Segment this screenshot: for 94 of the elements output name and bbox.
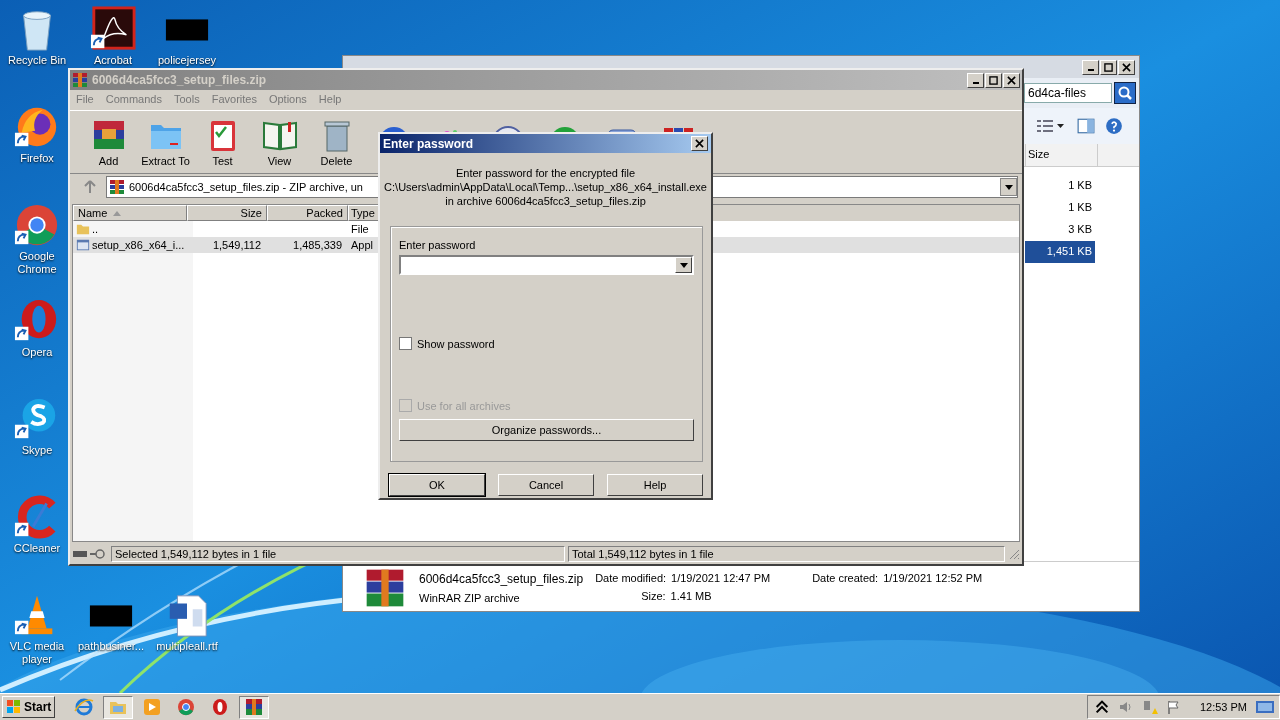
search-icon bbox=[1117, 85, 1133, 101]
desktop-icon-label: policejersey bbox=[157, 54, 217, 67]
chrome-icon[interactable] bbox=[14, 202, 60, 248]
file-size-cell[interactable]: 1 KB bbox=[1025, 175, 1095, 197]
start-button[interactable]: Start bbox=[2, 696, 56, 718]
field-value: 1/19/2021 12:52 PM bbox=[883, 572, 983, 584]
field-label: Size: bbox=[641, 590, 666, 602]
search-button[interactable] bbox=[1114, 82, 1136, 104]
type-cell: Appl bbox=[351, 239, 374, 251]
desktop-icon-label: Opera bbox=[21, 346, 53, 359]
application-icon bbox=[76, 238, 90, 252]
checkbox[interactable] bbox=[399, 337, 412, 350]
toolbar-button-label[interactable]: Delete bbox=[320, 155, 353, 167]
taskbar-app-button[interactable] bbox=[103, 695, 134, 719]
message-line: C:\Users\admin\AppData\Local\Temp...\setup_x86_x64_install.exe bbox=[384, 180, 707, 194]
chevron-up-icon[interactable] bbox=[1093, 699, 1110, 715]
desktop-icon-label: CCleaner bbox=[13, 542, 61, 555]
desktop-icon-label: Acrobat bbox=[94, 54, 132, 67]
type-cell: File bbox=[351, 223, 369, 235]
field-label: Date created: bbox=[812, 572, 879, 584]
organize-passwords-button[interactable]: Organize passwords... bbox=[399, 419, 694, 441]
column-header[interactable]: Size bbox=[1025, 144, 1098, 166]
column-header[interactable]: Name bbox=[73, 205, 187, 221]
dropdown-arrow-icon bbox=[1004, 184, 1013, 190]
clock[interactable]: 12:53 PM bbox=[1199, 701, 1247, 713]
minimize-button[interactable] bbox=[967, 72, 984, 88]
search-field[interactable]: 6d4ca-files bbox=[1024, 83, 1112, 103]
close-icon bbox=[695, 139, 704, 148]
dialog-title: Enter password bbox=[383, 136, 474, 151]
winrar-icon bbox=[244, 697, 265, 717]
message-line: in archive 6006d4ca5fcc3_setup_files.zip bbox=[445, 194, 646, 208]
window-title: 6006d4ca5fcc3_setup_files.zip bbox=[92, 73, 267, 87]
winrar-icon bbox=[109, 179, 125, 195]
close-icon bbox=[1122, 62, 1131, 72]
resize-grip-icon[interactable] bbox=[1008, 548, 1020, 560]
field-value: 1/19/2021 12:47 PM bbox=[671, 572, 771, 584]
close-button[interactable] bbox=[1118, 59, 1135, 75]
toolbar-button-label[interactable]: Extract To bbox=[141, 155, 190, 167]
desktop-icon-label: Google Chrome bbox=[16, 250, 58, 276]
file-size-cell[interactable]: 1,451 KB bbox=[1025, 241, 1095, 263]
field-label: Date modified: bbox=[595, 572, 667, 584]
toolbar-button-label[interactable]: View bbox=[267, 155, 292, 167]
file-name-cell[interactable]: setup_x86_x64_i... bbox=[92, 239, 185, 251]
message-line: Enter password for the encrypted file bbox=[455, 166, 636, 180]
winrar-icon bbox=[72, 72, 88, 88]
checkbox-label[interactable]: Show password bbox=[417, 337, 495, 350]
column-header[interactable]: Size bbox=[187, 205, 267, 221]
status-text: Selected 1,549,112 bytes in 1 file bbox=[111, 546, 565, 562]
status-text: Total 1,549,112 bytes in 1 file bbox=[568, 546, 1005, 562]
media-player-icon bbox=[142, 697, 163, 717]
dropdown-button[interactable] bbox=[1000, 178, 1017, 196]
maximize-button[interactable] bbox=[1100, 59, 1117, 75]
file-name: 6006d4ca5fcc3_setup_files.zip bbox=[419, 572, 584, 586]
help-icon[interactable] bbox=[1105, 117, 1123, 135]
acrobat-icon[interactable] bbox=[90, 6, 136, 52]
desktop-icon-label: Skype bbox=[21, 444, 53, 457]
file-name-cell[interactable]: .. bbox=[92, 223, 99, 235]
file-type: WinRAR ZIP archive bbox=[419, 592, 521, 604]
close-button[interactable] bbox=[691, 136, 708, 151]
windows-logo-icon bbox=[6, 699, 22, 715]
packed-size-cell: 1,485,339 bbox=[293, 239, 342, 251]
sort-ascending-icon bbox=[113, 210, 122, 216]
maximize-icon bbox=[989, 75, 998, 85]
maximize-icon bbox=[1104, 62, 1113, 72]
toolbar-button-label[interactable]: Add bbox=[98, 155, 119, 167]
close-icon bbox=[1007, 75, 1016, 85]
drive-key-icon bbox=[72, 548, 108, 560]
desktop-icon-label: Recycle Bin bbox=[7, 54, 67, 67]
dialog-button[interactable]: Cancel bbox=[498, 474, 594, 496]
password-field[interactable] bbox=[399, 255, 694, 275]
minimize-icon bbox=[972, 81, 979, 84]
close-button[interactable] bbox=[1003, 72, 1020, 88]
minimize-button[interactable] bbox=[1082, 59, 1099, 75]
desktop-icon-label: VLC media player bbox=[8, 640, 66, 666]
preview-pane-icon[interactable] bbox=[1077, 117, 1095, 135]
maximize-button[interactable] bbox=[985, 72, 1002, 88]
file-size-cell[interactable]: 1 KB bbox=[1025, 197, 1095, 219]
minimize-icon bbox=[1087, 68, 1094, 71]
size-cell: 1,549,112 bbox=[212, 239, 261, 251]
ie-icon bbox=[74, 697, 95, 717]
field-value: 1.41 MB bbox=[670, 590, 712, 602]
flag-icon[interactable] bbox=[1165, 699, 1182, 715]
column-header[interactable]: Packed bbox=[267, 205, 348, 221]
dropdown-arrow-icon bbox=[679, 262, 688, 268]
toolbar-button-label[interactable]: Test bbox=[212, 155, 233, 167]
desktop-icon-label: Firefox bbox=[20, 152, 54, 165]
dialog-button[interactable]: Help bbox=[607, 474, 703, 496]
dialog-button[interactable]: OK bbox=[389, 474, 485, 496]
address-field[interactable]: 6006d4ca5fcc3_setup_files.zip - ZIP archive, un bbox=[129, 181, 363, 193]
chrome-icon bbox=[176, 697, 197, 717]
taskbar-app-button[interactable] bbox=[239, 695, 270, 719]
show-desktop-icon[interactable] bbox=[1255, 699, 1275, 715]
file-size-cell[interactable]: 3 KB bbox=[1025, 219, 1095, 241]
field-label: Enter password bbox=[399, 239, 477, 251]
